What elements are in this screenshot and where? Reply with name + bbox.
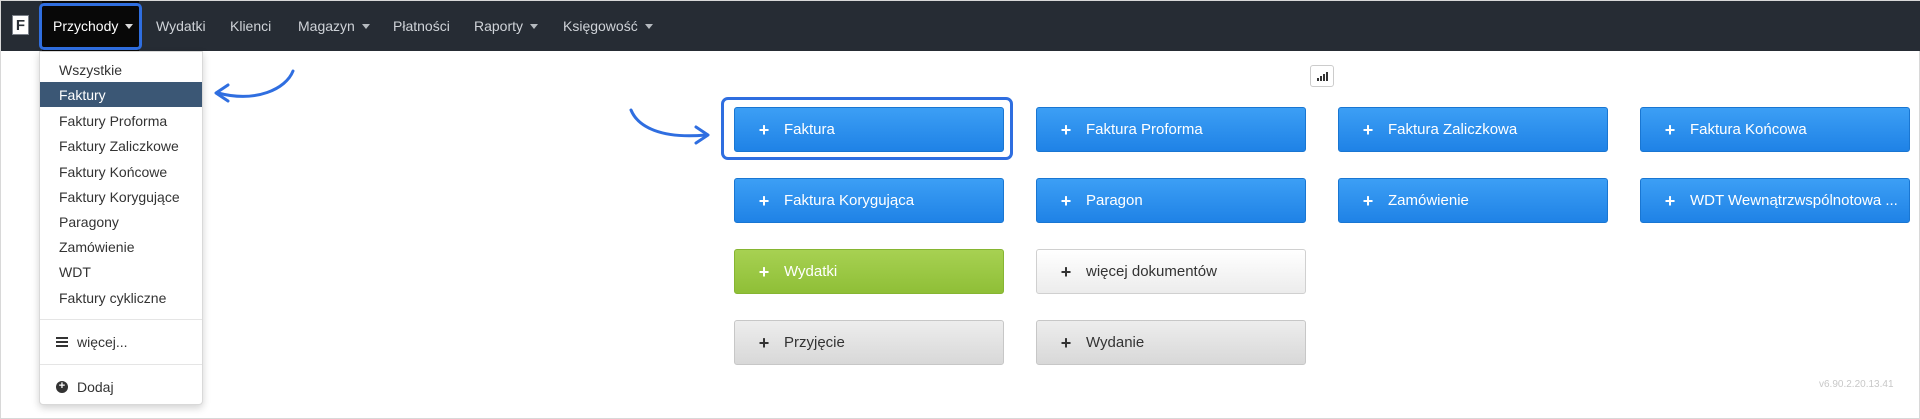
- new-zamowienie-button[interactable]: + Zamówienie: [1338, 178, 1608, 223]
- menu-item-wszystkie[interactable]: Wszystkie: [40, 57, 202, 82]
- przychody-dropdown-menu: Wszystkie Faktury Faktury Proforma Faktu…: [39, 51, 203, 405]
- menu-item-dodaj-label: Dodaj: [77, 378, 114, 395]
- nav-raporty[interactable]: Raporty: [474, 1, 539, 51]
- menu-divider: [40, 319, 202, 320]
- button-label: Zamówienie: [1388, 192, 1469, 209]
- button-label: Faktura Zaliczkowa: [1388, 121, 1518, 138]
- nav-ksiegowosc-label: Księgowość: [563, 18, 638, 34]
- plus-icon: +: [758, 190, 770, 211]
- new-wdt-button[interactable]: + WDT Wewnątrzwspólnotowa ...: [1640, 178, 1910, 223]
- menu-item-wiecej[interactable]: więcej...: [40, 329, 202, 354]
- new-faktura-koncowa-button[interactable]: + Faktura Końcowa: [1640, 107, 1910, 152]
- menu-item-faktury-koncowe[interactable]: Faktury Końcowe: [40, 159, 202, 184]
- menu-item-dodaj[interactable]: + Dodaj: [40, 374, 202, 399]
- menu-item-zamowienie[interactable]: Zamówienie: [40, 234, 202, 259]
- menu-item-faktury-proforma[interactable]: Faktury Proforma: [40, 108, 202, 133]
- app-logo[interactable]: F: [12, 15, 29, 35]
- button-label: Paragon: [1086, 192, 1143, 209]
- button-label: Wydatki: [784, 263, 838, 280]
- plus-icon: +: [758, 261, 770, 282]
- new-faktura-proforma-button[interactable]: + Faktura Proforma: [1036, 107, 1306, 152]
- nav-magazyn-label: Magazyn: [298, 18, 355, 34]
- button-label: więcej dokumentów: [1086, 263, 1217, 280]
- plus-icon: +: [1362, 190, 1374, 211]
- nav-magazyn[interactable]: Magazyn: [298, 1, 370, 51]
- plus-circle-icon: +: [56, 380, 68, 393]
- button-label: Przyjęcie: [784, 334, 845, 351]
- annotation-arrow-icon: [214, 69, 295, 103]
- more-documents-button[interactable]: + więcej dokumentów: [1036, 249, 1306, 294]
- menu-item-faktury-korygujace[interactable]: Faktury Korygujące: [40, 184, 202, 209]
- top-navbar: F Przychody Wydatki Klienci Magazyn Płat…: [1, 1, 1920, 51]
- new-faktura-korygujaca-button[interactable]: + Faktura Korygująca: [734, 178, 1004, 223]
- nav-klienci-label: Klienci: [230, 18, 272, 34]
- nav-platnosci-label: Płatności: [393, 18, 450, 34]
- plus-icon: +: [1060, 190, 1072, 211]
- plus-icon: +: [1060, 119, 1072, 140]
- menu-item-wdt[interactable]: WDT: [40, 259, 202, 284]
- nav-wydatki[interactable]: Wydatki: [156, 1, 206, 51]
- button-label: Wydanie: [1086, 334, 1145, 351]
- plus-icon: +: [758, 119, 770, 140]
- plus-icon: +: [758, 332, 770, 353]
- nav-annotation-highlight: [39, 3, 142, 50]
- menu-item-faktury-zaliczkowe[interactable]: Faktury Zaliczkowe: [40, 133, 202, 158]
- annotation-arrow-icon: [629, 108, 710, 145]
- new-faktura-zaliczkowa-button[interactable]: + Faktura Zaliczkowa: [1338, 107, 1608, 152]
- nav-klienci[interactable]: Klienci: [230, 1, 271, 51]
- plus-icon: +: [1060, 261, 1072, 282]
- app-window: F Przychody Wydatki Klienci Magazyn Płat…: [0, 0, 1920, 419]
- new-przyjecie-button[interactable]: + Przyjęcie: [734, 320, 1004, 365]
- nav-raporty-label: Raporty: [474, 18, 524, 34]
- button-label: Faktura: [784, 121, 835, 138]
- menu-item-wiecej-label: więcej...: [77, 333, 128, 350]
- version-label: v6.90.2.20.13.41: [1819, 379, 1894, 390]
- plus-icon: +: [1362, 119, 1374, 140]
- list-icon: [56, 336, 68, 347]
- nav-ksiegowosc[interactable]: Księgowość: [563, 1, 653, 51]
- nav-platnosci[interactable]: Płatności: [393, 1, 450, 51]
- plus-icon: +: [1664, 190, 1676, 211]
- stats-bars-icon[interactable]: [1310, 65, 1334, 87]
- plus-icon: +: [1664, 119, 1676, 140]
- plus-icon: +: [1060, 332, 1072, 353]
- button-label: Faktura Końcowa: [1690, 121, 1807, 138]
- nav-wydatki-label: Wydatki: [156, 18, 206, 34]
- caret-down-icon: [530, 23, 539, 29]
- button-label: Faktura Proforma: [1086, 121, 1203, 138]
- new-wydatki-button[interactable]: + Wydatki: [734, 249, 1004, 294]
- new-faktura-button[interactable]: + Faktura: [734, 107, 1004, 152]
- menu-item-faktury[interactable]: Faktury: [40, 82, 202, 107]
- new-wydanie-button[interactable]: + Wydanie: [1036, 320, 1306, 365]
- caret-down-icon: [644, 23, 653, 29]
- new-paragon-button[interactable]: + Paragon: [1036, 178, 1306, 223]
- menu-item-faktury-cykliczne[interactable]: Faktury cykliczne: [40, 285, 202, 310]
- button-label: WDT Wewnątrzwspólnotowa ...: [1690, 192, 1898, 209]
- button-label: Faktura Korygująca: [784, 192, 915, 209]
- menu-divider: [40, 364, 202, 365]
- app-logo-letter: F: [15, 16, 26, 34]
- menu-item-paragony[interactable]: Paragony: [40, 209, 202, 234]
- caret-down-icon: [361, 23, 370, 29]
